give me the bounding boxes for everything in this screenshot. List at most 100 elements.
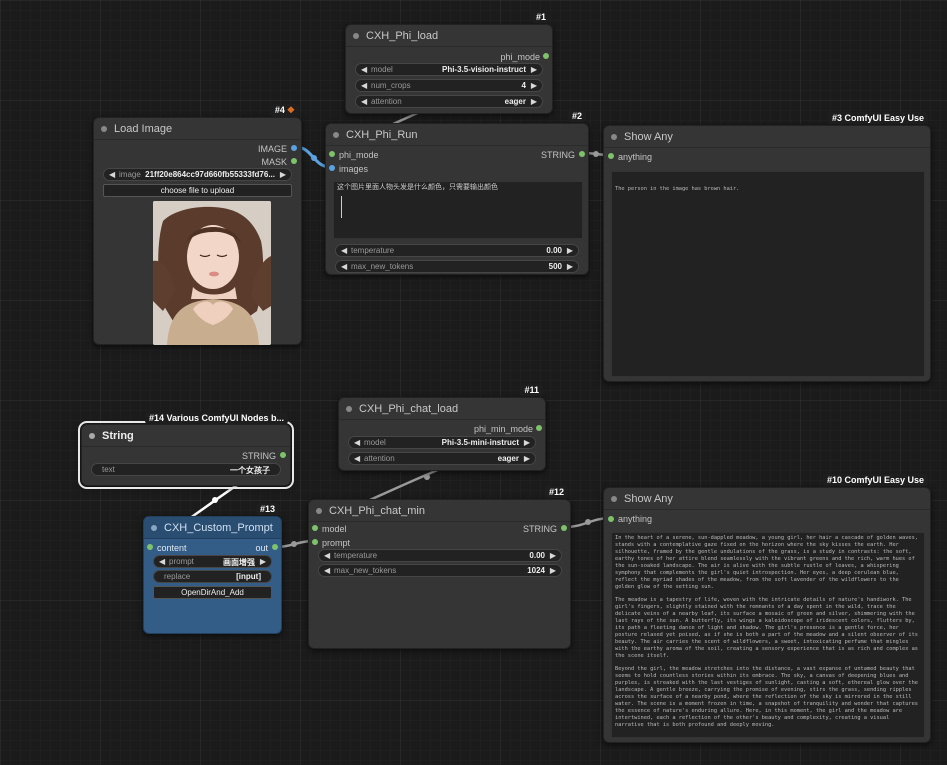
widget-label: temperature [351, 246, 395, 255]
decrement-arrow-icon[interactable]: ◀ [324, 566, 330, 575]
model-combo[interactable]: ◀ model Phi-3.5-vision-instruct ▶ [355, 63, 543, 76]
node-title[interactable]: String [82, 425, 290, 447]
node-title[interactable]: CXH_Phi_chat_load [339, 398, 545, 420]
output-label: phi_min_mode [473, 424, 533, 434]
decrement-arrow-icon[interactable]: ◀ [361, 97, 367, 106]
prompt-textarea[interactable]: 这个图片里面人物头发是什么颜色，只需要输出颜色 [333, 181, 583, 239]
input-port-anything[interactable] [608, 516, 614, 522]
decrement-arrow-icon[interactable]: ◀ [354, 454, 360, 463]
collapse-dot-icon[interactable] [316, 508, 322, 514]
node-title[interactable]: CXH_Phi_Run [326, 124, 588, 146]
widget-value: [input] [236, 572, 261, 581]
node-phi-load[interactable]: #1 CXH_Phi_load phi_mode ◀ model Phi-3.5… [345, 11, 553, 114]
collapse-dot-icon[interactable] [611, 496, 617, 502]
prompt-combo[interactable]: ◀ prompt 画面增强 ▶ [153, 555, 272, 568]
decrement-arrow-icon[interactable]: ◀ [361, 81, 367, 90]
output-port-mask[interactable] [291, 158, 297, 164]
prompt-text: 这个图片里面人物头发是什么颜色，只需要输出颜色 [337, 184, 498, 191]
increment-arrow-icon[interactable]: ▶ [531, 65, 537, 74]
text-field[interactable]: text 一个女孩子 [91, 463, 281, 476]
input-port-anything[interactable] [608, 153, 614, 159]
open-dir-add-button[interactable]: OpenDirAnd_Add [153, 586, 272, 599]
output-port-out[interactable] [272, 544, 278, 550]
node-title[interactable]: CXH_Phi_chat_min [309, 500, 570, 522]
increment-arrow-icon[interactable]: ▶ [260, 557, 266, 566]
decrement-arrow-icon[interactable]: ◀ [109, 170, 115, 179]
decrement-arrow-icon[interactable]: ◀ [341, 246, 347, 255]
increment-arrow-icon[interactable]: ▶ [531, 97, 537, 106]
output-label: STRING [540, 150, 575, 160]
widget-value: 4 [521, 81, 526, 90]
node-title[interactable]: Load Image [94, 118, 301, 140]
output-paragraph: In the heart of a serene, sun-dappled me… [615, 535, 918, 590]
increment-arrow-icon[interactable]: ▶ [567, 262, 573, 271]
upload-button[interactable]: choose file to upload [103, 184, 292, 197]
output-port-phi-min-mode[interactable] [536, 425, 542, 431]
collapse-dot-icon[interactable] [89, 433, 95, 439]
widget-label: attention [364, 454, 395, 463]
node-load-image[interactable]: #4 ❖ Load Image IMAGE MASK ◀ image 21ff20… [93, 104, 302, 345]
link-midpoint [311, 155, 317, 161]
temperature-slider[interactable]: ◀ temperature 0.00 ▶ [335, 244, 579, 257]
input-port-content[interactable] [147, 544, 153, 550]
increment-arrow-icon[interactable]: ▶ [524, 438, 530, 447]
input-port-model[interactable] [312, 525, 318, 531]
node-show-any-2[interactable]: #10 ComfyUI Easy Use Show Any anything I… [603, 474, 931, 743]
max-new-tokens-stepper[interactable]: ◀ max_new_tokens 1024 ▶ [318, 564, 562, 577]
output-port-string[interactable] [561, 525, 567, 531]
increment-arrow-icon[interactable]: ▶ [531, 81, 537, 90]
output-port-string[interactable] [280, 452, 286, 458]
decrement-arrow-icon[interactable]: ◀ [159, 557, 165, 566]
output-text-display[interactable]: In the heart of a serene, sun-dappled me… [611, 532, 925, 738]
attention-combo[interactable]: ◀ attention eager ▶ [348, 452, 536, 465]
collapse-dot-icon[interactable] [151, 525, 157, 531]
node-phi-chat-load[interactable]: #11 CXH_Phi_chat_load phi_min_mode ◀ mod… [338, 384, 546, 471]
num-crops-stepper[interactable]: ◀ num_crops 4 ▶ [355, 79, 543, 92]
collapse-dot-icon[interactable] [101, 126, 107, 132]
temperature-slider[interactable]: ◀ temperature 0.00 ▶ [318, 549, 562, 562]
increment-arrow-icon[interactable]: ▶ [550, 566, 556, 575]
model-combo[interactable]: ◀ model Phi-3.5-mini-instruct ▶ [348, 436, 536, 449]
collapse-dot-icon[interactable] [353, 33, 359, 39]
node-title[interactable]: CXH_Phi_load [346, 25, 552, 47]
node-title[interactable]: Show Any [604, 488, 930, 510]
widget-value: Phi-3.5-vision-instruct [441, 65, 526, 74]
increment-arrow-icon[interactable]: ▶ [280, 170, 286, 179]
decrement-arrow-icon[interactable]: ◀ [361, 65, 367, 74]
node-string[interactable]: #14 Various ComfyUI Nodes b... String ST… [78, 412, 294, 489]
collapse-dot-icon[interactable] [333, 132, 339, 138]
widget-label: model [364, 438, 386, 447]
input-port-images[interactable] [329, 165, 335, 171]
input-label: prompt [322, 538, 351, 548]
output-label: MASK [261, 157, 287, 167]
image-combo[interactable]: ◀ image 21ff20e864cc97d660fb55333fd76...… [103, 168, 292, 181]
increment-arrow-icon[interactable]: ▶ [567, 246, 573, 255]
output-port-string[interactable] [579, 151, 585, 157]
input-port-phi-mode[interactable] [329, 151, 335, 157]
node-phi-chat-min[interactable]: #12 CXH_Phi_chat_min model prompt STRING… [308, 486, 571, 649]
replace-field[interactable]: replace [input] [153, 570, 272, 583]
max-new-tokens-stepper[interactable]: ◀ max_new_tokens 500 ▶ [335, 260, 579, 273]
node-custom-prompt[interactable]: #13 CXH_Custom_Prompt content out ◀ prom… [143, 503, 282, 634]
output-port-image[interactable] [291, 145, 297, 151]
increment-arrow-icon[interactable]: ▶ [524, 454, 530, 463]
node-show-any-1[interactable]: #3 ComfyUI Easy Use Show Any anything Th… [603, 112, 931, 382]
node-title[interactable]: Show Any [604, 126, 930, 148]
increment-arrow-icon[interactable]: ▶ [550, 551, 556, 560]
decrement-arrow-icon[interactable]: ◀ [324, 551, 330, 560]
input-port-prompt[interactable] [312, 539, 318, 545]
input-label: content [157, 543, 187, 553]
node-title-text: Load Image [114, 123, 173, 135]
output-port-phi-mode[interactable] [543, 53, 549, 59]
link-midpoint [585, 519, 591, 525]
node-phi-run[interactable]: #2 CXH_Phi_Run phi_mode images STRING 这个… [325, 110, 589, 275]
node-title[interactable]: CXH_Custom_Prompt [144, 517, 281, 539]
decrement-arrow-icon[interactable]: ◀ [354, 438, 360, 447]
fox-icon: ❖ [286, 105, 295, 115]
output-text-display[interactable]: The person in the image has brown hair. [611, 171, 925, 377]
attention-combo[interactable]: ◀ attention eager ▶ [355, 95, 543, 108]
collapse-dot-icon[interactable] [346, 406, 352, 412]
collapse-dot-icon[interactable] [611, 134, 617, 140]
decrement-arrow-icon[interactable]: ◀ [341, 262, 347, 271]
link-midpoint [212, 497, 218, 503]
